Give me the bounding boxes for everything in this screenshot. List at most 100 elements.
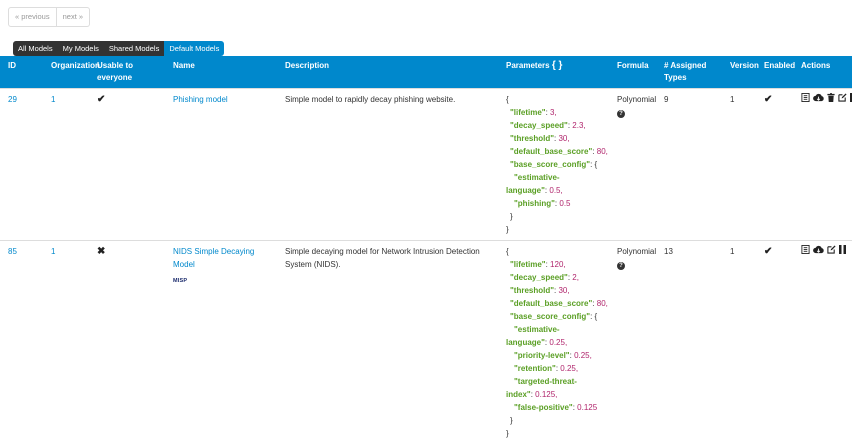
json-value: 0.5, (549, 186, 562, 195)
formula-name: Polynomial (617, 247, 656, 256)
json-punct: } (506, 429, 509, 438)
json-line: { (506, 245, 605, 258)
json-key: "lifetime" (510, 260, 546, 269)
col-parameters: Parameters { } (498, 56, 609, 89)
col-formula[interactable]: Formula (609, 56, 656, 89)
model-id-link[interactable]: 85 (8, 247, 17, 256)
model-filter-tabs: All Models My Models Shared Models Defau… (13, 41, 224, 56)
question-circle-icon[interactable]: ? (617, 262, 625, 270)
tab-default-models[interactable]: Default Models (164, 41, 224, 56)
json-key: "decay_speed" (510, 273, 568, 282)
json-key: "retention" (514, 364, 556, 373)
json-line: language": 0.5, (506, 184, 605, 197)
export-cloud-icon[interactable] (813, 245, 824, 254)
model-name-link[interactable]: Phishing model (173, 95, 228, 104)
col-description[interactable]: Description (277, 56, 498, 89)
table-row: 85 1 ✖ NIDS Simple Decaying ModelMISP Si… (0, 241, 852, 444)
view-icon[interactable] (801, 93, 810, 102)
json-key: "phishing" (514, 199, 555, 208)
json-punct: } (510, 212, 513, 221)
json-punct: : { (590, 312, 597, 321)
json-key: "targeted-threat- (514, 377, 577, 386)
col-organization[interactable]: Organization (43, 56, 89, 89)
tab-shared-models[interactable]: Shared Models (104, 41, 164, 56)
json-key: "false-positive" (514, 403, 573, 412)
json-value: 0.25, (574, 351, 592, 360)
organization-link[interactable]: 1 (51, 95, 55, 104)
enabled-check-icon: ✔ (764, 246, 772, 257)
col-enabled[interactable]: Enabled (756, 56, 793, 89)
next-page-button[interactable]: next » (57, 7, 90, 27)
json-value: 30, (558, 134, 569, 143)
formula-name: Polynomial (617, 95, 656, 104)
json-line: "default_base_score": 80, (506, 297, 605, 310)
json-key: "default_base_score" (510, 299, 592, 308)
json-value: 80, (597, 299, 608, 308)
json-key: "threshold" (510, 286, 554, 295)
organization-link[interactable]: 1 (51, 247, 55, 256)
json-line: language": 0.25, (506, 336, 605, 349)
tab-all-models[interactable]: All Models (13, 41, 58, 56)
json-line: } (506, 223, 605, 236)
json-key: "decay_speed" (510, 121, 568, 130)
json-key: "base_score_config" (510, 312, 590, 321)
json-line: "retention": 0.25, (506, 362, 605, 375)
col-assigned-types: # Assigned Types (656, 56, 722, 89)
json-key: "lifetime" (510, 108, 546, 117)
json-punct: { (506, 247, 509, 256)
json-value: 30, (558, 286, 569, 295)
json-value: 80, (597, 147, 608, 156)
json-line: "default_base_score": 80, (506, 145, 605, 158)
json-key: "estimative- (514, 173, 560, 182)
model-id-link[interactable]: 29 (8, 95, 17, 104)
json-line: "lifetime": 120, (506, 258, 605, 271)
json-value: 2.3, (572, 121, 585, 130)
row-actions (801, 245, 848, 254)
version-value: 1 (730, 95, 734, 104)
json-key: "priority-level" (514, 351, 570, 360)
col-usable[interactable]: Usable to everyone (89, 56, 165, 89)
json-line: index": 0.125, (506, 388, 605, 401)
json-punct: { (506, 95, 509, 104)
col-version[interactable]: Version (722, 56, 756, 89)
delete-trash-icon[interactable] (827, 93, 835, 102)
col-actions: Actions (793, 56, 852, 89)
json-punct: } (506, 225, 509, 234)
json-line: } (506, 210, 605, 223)
col-id[interactable]: ID (0, 56, 43, 89)
json-line: "base_score_config": { (506, 310, 605, 323)
json-line: "false-positive": 0.125 (506, 401, 605, 414)
version-value: 1 (730, 247, 734, 256)
question-circle-icon[interactable]: ? (617, 110, 625, 118)
json-line: { (506, 93, 605, 106)
table-row: 29 1 ✔ Phishing model Simple model to ra… (0, 89, 852, 241)
json-line: "threshold": 30, (506, 284, 605, 297)
pause-icon[interactable] (839, 245, 846, 254)
pagination: « previous next » (8, 7, 90, 27)
json-key: "estimative- (514, 325, 560, 334)
export-cloud-icon[interactable] (813, 93, 824, 102)
json-key: index" (506, 390, 531, 399)
json-value: 0.5 (559, 199, 570, 208)
edit-icon[interactable] (838, 93, 847, 102)
braces-icon[interactable]: { } (552, 60, 563, 71)
model-name-link[interactable]: NIDS Simple Decaying Model (173, 247, 254, 269)
json-value: 0.25, (560, 364, 578, 373)
view-icon[interactable] (801, 245, 810, 254)
json-value: 2, (572, 273, 579, 282)
json-line: "decay_speed": 2.3, (506, 119, 605, 132)
col-name[interactable]: Name (165, 56, 277, 89)
json-line: "estimative- (506, 171, 605, 184)
json-line: "estimative- (506, 323, 605, 336)
tab-my-models[interactable]: My Models (58, 41, 104, 56)
json-line: "base_score_config": { (506, 158, 605, 171)
json-value: 0.25, (549, 338, 567, 347)
edit-icon[interactable] (827, 245, 836, 254)
previous-page-button[interactable]: « previous (8, 7, 57, 27)
json-key: language" (506, 338, 545, 347)
json-line: "phishing": 0.5 (506, 197, 605, 210)
row-actions (801, 93, 848, 102)
parameters-json: {"lifetime": 3,"decay_speed": 2.3,"thres… (498, 89, 609, 241)
assigned-types-count: 13 (664, 247, 673, 256)
table-header: ID Organization Usable to everyone Name … (0, 56, 852, 89)
